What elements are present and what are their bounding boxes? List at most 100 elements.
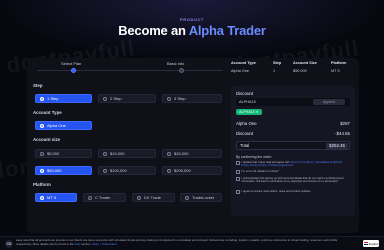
- radio-icon: [103, 151, 107, 156]
- page-title: Become an Alpha Trader: [0, 23, 384, 38]
- option-label: MT 5: [47, 195, 57, 200]
- radio-icon: [40, 168, 44, 173]
- radio-icon: [137, 195, 141, 200]
- radio-icon: [167, 96, 171, 101]
- step-select-plan[interactable]: Select Plan: [61, 61, 81, 66]
- disclaimer-text: ease note that all accounts we provide t…: [16, 238, 346, 247]
- account-type-title: Account Type: [33, 110, 62, 115]
- option-size-10000[interactable]: $10,000: [98, 149, 156, 158]
- option-label: $100,000: [110, 168, 127, 173]
- step-dot-active: [71, 68, 76, 73]
- option-label: $5,000: [47, 151, 60, 156]
- language-label: English: [368, 241, 379, 246]
- progress-steps: Select Plan Basic info: [33, 61, 229, 77]
- agreement-text: I declare that I have read and agree wit…: [242, 161, 351, 168]
- agreement-lead: By confirming the order:: [236, 155, 272, 159]
- disclaimer-bar: CD ease note that all accounts we provid…: [0, 236, 384, 250]
- agreement-id-match: I acknowledge that signing up with perso…: [236, 177, 350, 184]
- agreement-newsletter: I agree to receive news letters, news an…: [236, 190, 350, 194]
- step-section-title: Step: [33, 83, 43, 88]
- cookie-icon[interactable]: CD: [5, 240, 13, 248]
- platform-title: Platform: [33, 182, 51, 187]
- line-value: - $44.55: [333, 131, 350, 136]
- option-dxtrade[interactable]: DX Trade: [132, 193, 175, 202]
- agreement-text: I'm not a US resident or citizen*: [241, 170, 280, 173]
- discount-chip[interactable]: ALPHA15 ✕: [236, 109, 262, 115]
- option-label: C Trader: [95, 195, 111, 200]
- summary-account-type: Alpha One: [231, 69, 249, 73]
- summary-header-account-size: Account Size: [293, 61, 317, 65]
- radio-icon: [40, 151, 44, 156]
- line-label: Alpha One: [236, 121, 257, 126]
- total-row: Total $252.45: [236, 141, 350, 150]
- title-prefix: Become an: [118, 23, 189, 38]
- uk-flag-icon: [363, 242, 368, 245]
- summary-header-account-type: Account Type: [231, 61, 256, 65]
- option-size-5000[interactable]: $5,000: [35, 149, 92, 158]
- option-label: 3 Step: [174, 96, 186, 101]
- checkbox[interactable]: [236, 170, 240, 174]
- option-label: TradeLocker: [192, 195, 215, 200]
- discount-box: Discount ALPHA15 Applied ALPHA15 ✕ Alpha…: [231, 86, 355, 216]
- total-value: $252.45: [326, 143, 348, 149]
- option-1-step[interactable]: 1 Step: [35, 94, 92, 103]
- line-item-discount: Discount - $44.55: [236, 131, 350, 136]
- radio-icon: [103, 96, 107, 101]
- option-3-step[interactable]: 3 Step: [162, 94, 222, 103]
- option-label: $10,000: [110, 151, 125, 156]
- summary-account-size: $50,000: [293, 69, 307, 73]
- checkbox[interactable]: [236, 161, 240, 165]
- option-size-200000[interactable]: $200,000: [162, 166, 222, 175]
- step-basic-info[interactable]: Basic info: [167, 61, 184, 66]
- eyebrow-label: PRODUCT: [180, 17, 204, 22]
- line-item-product: Alpha One $297: [236, 121, 350, 126]
- option-ctrader[interactable]: C Trader: [83, 193, 126, 202]
- radio-icon: [40, 96, 44, 101]
- option-label: 1 Step: [47, 96, 59, 101]
- checkout-panel: Select Plan Basic info Step 1 Step 2 Ste…: [27, 58, 359, 233]
- agreement-us-resident: I'm not a US resident or citizen*: [236, 170, 350, 174]
- summary-platform: MT 5: [331, 69, 340, 73]
- summary-header-step: Step: [273, 61, 282, 65]
- total-label: Total: [240, 143, 250, 148]
- option-label: $50,000: [47, 168, 62, 173]
- disclaimer-body: ease note that all accounts we provide t…: [16, 238, 338, 246]
- summary-step: 1: [273, 69, 276, 73]
- option-label: $25,000: [174, 151, 189, 156]
- checkbox[interactable]: [236, 190, 240, 194]
- option-label: Alpha One: [47, 123, 66, 128]
- radio-icon: [88, 195, 92, 200]
- radio-icon: [167, 168, 171, 173]
- option-alpha-one[interactable]: Alpha One: [35, 121, 92, 130]
- okay-understand-link[interactable]: Okay, I Understand: [92, 242, 117, 246]
- option-tradelocker[interactable]: TradeLocker: [180, 193, 222, 202]
- option-size-50000[interactable]: $50,000: [35, 166, 92, 175]
- summary-header-platform: Platform: [331, 61, 347, 65]
- option-2-step[interactable]: 2 Step: [98, 94, 156, 103]
- option-size-25000[interactable]: $25,000: [162, 149, 222, 158]
- discount-title: Discount: [236, 91, 254, 96]
- option-label: $200,000: [174, 168, 191, 173]
- option-label: 2 Step: [110, 96, 122, 101]
- radio-icon: [103, 168, 107, 173]
- line-label: Discount: [236, 131, 254, 136]
- radio-icon: [185, 195, 189, 200]
- line-value: $297: [340, 121, 350, 126]
- radio-icon: [167, 151, 171, 156]
- agreement-text: I agree to receive news letters, news an…: [241, 190, 312, 193]
- disclaimer-tail: section.: [80, 241, 92, 246]
- option-size-100000[interactable]: $100,000: [98, 166, 156, 175]
- agreement-terms: I declare that I have read and agree wit…: [236, 161, 350, 168]
- account-size-title: Account size: [33, 137, 61, 142]
- radio-icon: [40, 195, 44, 200]
- option-mt5[interactable]: MT 5: [35, 193, 77, 202]
- progress-track: [37, 70, 223, 71]
- checkbox[interactable]: [236, 177, 240, 181]
- title-accent: Alpha Trader: [188, 23, 266, 38]
- agreement-text: I acknowledge that signing up with perso…: [241, 177, 344, 184]
- option-label: DX Trade: [144, 195, 161, 200]
- radio-icon: [40, 123, 44, 128]
- applied-button[interactable]: Applied: [313, 99, 345, 105]
- step-dot: [179, 68, 184, 73]
- language-selector[interactable]: English: [363, 240, 379, 247]
